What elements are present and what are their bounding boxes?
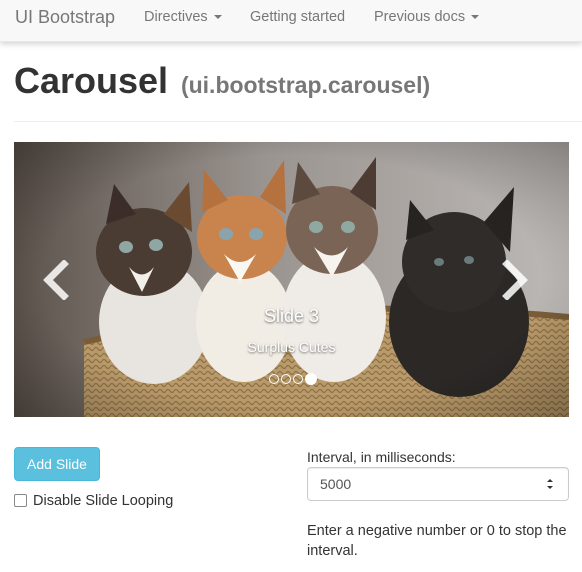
page-title: Carousel (ui.bootstrap.carousel) bbox=[14, 60, 430, 102]
interval-help-text: Enter a negative number or 0 to stop the… bbox=[307, 523, 567, 559]
page-title-main: Carousel bbox=[14, 60, 169, 101]
nav-item-label: Previous docs bbox=[374, 9, 466, 25]
nav-item-directives[interactable]: Directives bbox=[144, 9, 222, 25]
carousel-indicator[interactable] bbox=[269, 373, 279, 384]
nav-item-label: Directives bbox=[144, 9, 208, 25]
interval-input[interactable]: 5000 bbox=[307, 467, 569, 501]
carousel-indicator[interactable] bbox=[293, 373, 303, 384]
nav-item-getting-started[interactable]: Getting started bbox=[250, 9, 345, 25]
navbar: UI Bootstrap Directives Getting started … bbox=[0, 0, 582, 42]
carousel-indicators bbox=[269, 370, 319, 385]
chevron-left-icon[interactable] bbox=[38, 260, 74, 300]
add-slide-button[interactable]: Add Slide bbox=[14, 447, 100, 481]
nav-item-label: Getting started bbox=[250, 9, 346, 25]
disable-looping-checkbox[interactable] bbox=[14, 494, 27, 507]
carousel-indicator-active[interactable] bbox=[305, 372, 317, 385]
carousel-caption-text: Surplus Cutes bbox=[247, 339, 336, 355]
carousel[interactable]: Slide 3 Surplus Cutes bbox=[14, 142, 569, 417]
carousel-indicator[interactable] bbox=[281, 373, 291, 384]
disable-looping-row[interactable]: Disable Slide Looping bbox=[14, 493, 173, 509]
navbar-brand[interactable]: UI Bootstrap bbox=[15, 7, 115, 28]
page-title-subtitle: (ui.bootstrap.carousel) bbox=[180, 72, 431, 98]
title-divider bbox=[14, 121, 582, 122]
caret-down-icon bbox=[213, 15, 222, 20]
number-spinner-icon[interactable] bbox=[545, 476, 555, 492]
carousel-caption-title: Slide 3 bbox=[263, 306, 320, 326]
caret-down-icon bbox=[471, 15, 480, 20]
interval-label: Interval, in milliseconds: bbox=[307, 449, 456, 465]
nav-item-previous-docs[interactable]: Previous docs bbox=[374, 9, 480, 25]
chevron-right-icon[interactable] bbox=[497, 260, 533, 300]
disable-looping-label: Disable Slide Looping bbox=[33, 493, 174, 509]
